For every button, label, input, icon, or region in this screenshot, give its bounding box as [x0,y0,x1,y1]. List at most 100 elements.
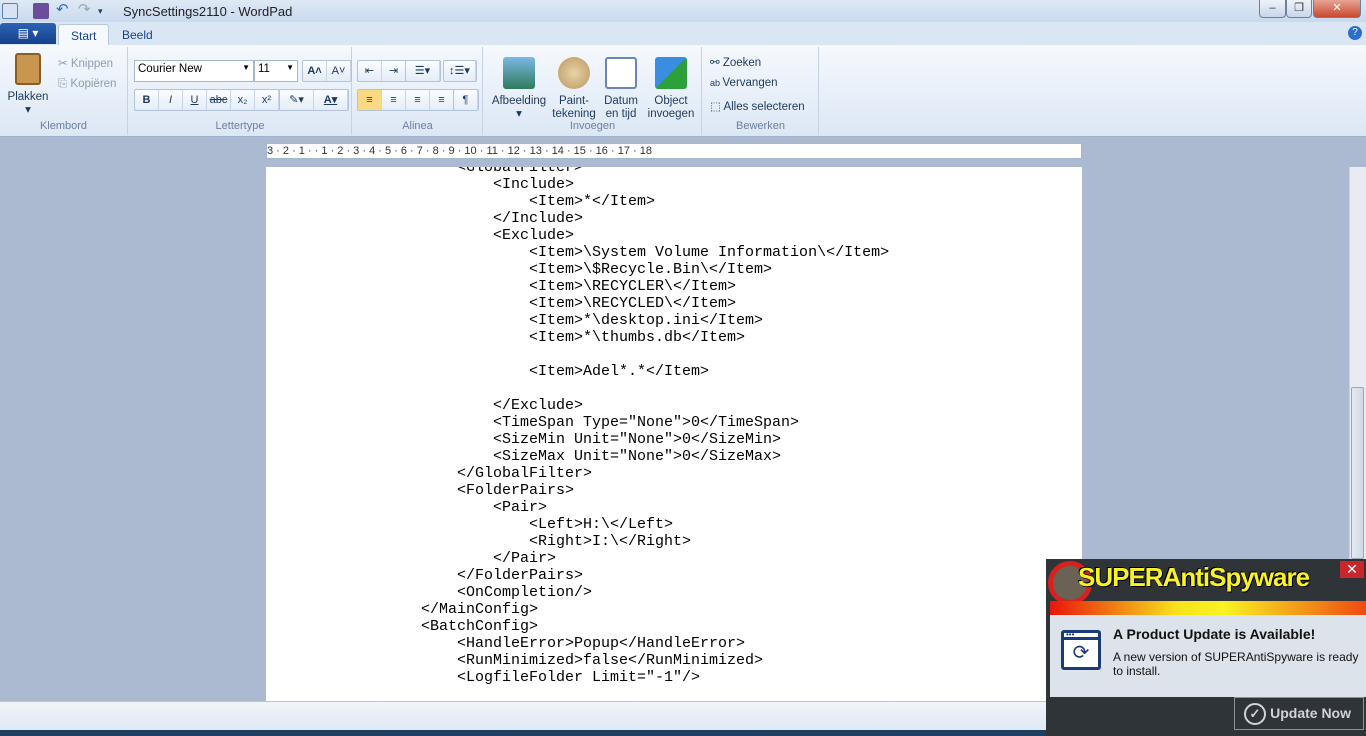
document-line: </MainConfig> [421,601,539,618]
bullet-list-icon[interactable]: ☰▾ [406,61,440,81]
undo-icon[interactable]: ↶ [56,2,72,19]
banner-gradient [1050,601,1366,615]
update-window-icon: ••• ⟳ [1061,630,1101,670]
paragraph-icon[interactable]: ¶ [454,90,478,110]
font-color-icon[interactable]: A▾ [314,90,348,110]
picture-icon [503,57,535,89]
document-line: <Item>*\thumbs.db</Item> [421,329,746,346]
paste-label: Plakken [7,91,49,103]
align-left-icon[interactable]: ≡ [358,90,382,110]
document-line: <HandleError>Popup</HandleError> [421,635,746,652]
font-size-buttons: A˄ A˅ [302,60,352,82]
document-line: <FolderPairs> [421,482,575,499]
superscript-button[interactable]: x² [255,90,279,110]
font-size-select[interactable]: 11 ▼ [254,60,298,82]
paint-palette-icon [558,57,590,89]
popup-body: ••• ⟳ A Product Update is Available! A ne… [1050,615,1366,697]
ribbon: Plakken ▾ ✂ Knippen ⎘ Kopiëren Klembord C… [0,45,1366,137]
highlight-color-icon[interactable]: ✎▾ [280,90,314,110]
save-icon[interactable] [33,3,49,19]
application-menu-button[interactable]: ▤ ▾ [0,23,56,44]
decrease-indent-icon[interactable]: ⇤ [358,61,382,81]
binoculars-icon: ⚯ [710,57,723,69]
popup-close-button[interactable]: ✕ [1340,561,1364,578]
select-all-label: Alles selecteren [723,101,805,113]
brand-logo: SUPERAntiSpyware [1078,562,1310,592]
find-button[interactable]: ⚯ Zoeken [710,55,761,69]
copy-label: Kopiëren [70,78,117,90]
select-all-icon: ⬚ [710,101,724,113]
shrink-font-icon[interactable]: A˅ [327,61,351,81]
date-time-button[interactable]: Datum en tijd [600,57,642,121]
document-line: <Pair> [421,499,548,516]
increase-indent-icon[interactable]: ⇥ [382,61,406,81]
copy-button[interactable]: ⎘ Kopiëren [58,78,116,91]
document-line: <Item>*</Item> [421,193,656,210]
checkmark-icon: ✓ [1244,703,1266,725]
document-line: <Item>\System Volume Information\</Item> [421,244,890,261]
update-now-button[interactable]: ✓ Update Now [1234,697,1364,730]
help-icon[interactable]: ? [1348,26,1362,40]
find-label: Zoeken [722,57,762,69]
replace-button[interactable]: ab Vervangen [710,77,778,89]
close-button[interactable]: ✕ [1313,0,1361,18]
line-spacing-button: ↕☰▾ [443,60,477,82]
scrollbar-thumb[interactable] [1351,387,1364,559]
datetime-label: Datum en tijd [604,95,638,120]
tab-start[interactable]: Start [58,24,110,46]
paint-drawing-button[interactable]: Paint- tekening [550,57,598,121]
maximize-button[interactable]: ❐ [1286,0,1312,18]
document-line: <Item>\$Recycle.Bin\</Item> [421,261,773,278]
font-style-buttons: B I U abc x₂ x² [134,89,280,111]
minimize-button[interactable]: – [1259,0,1286,18]
popup-message: A new version of SUPERAntiSpyware is rea… [1113,650,1359,678]
document-line: <LogfileFolder Limit="-1"/> [421,669,701,686]
group-clipboard: Plakken ▾ ✂ Knippen ⎘ Kopiëren Klembord [0,47,128,135]
picture-label: Afbeelding [491,95,547,107]
document-line: <BatchConfig> [421,618,539,635]
line-spacing-icon[interactable]: ↕☰▾ [444,61,476,81]
document-line: <Item>\RECYCLED\</Item> [421,295,737,312]
picture-button[interactable]: Afbeelding ▾ [488,57,550,121]
align-center-icon[interactable]: ≡ [382,90,406,110]
ruler[interactable]: 3 · 2 · 1 · · 1 · 2 · 3 · 4 · 5 · 6 · 7 … [266,143,1082,159]
underline-button[interactable]: U [183,90,207,110]
document-line: </Exclude> [421,397,584,414]
font-family-select[interactable]: Courier New ▼ [134,60,254,82]
paste-button[interactable]: Plakken ▾ [6,53,50,117]
insert-object-button[interactable]: Object invoegen [646,57,696,121]
document-line: <Right>I:\</Right> [421,533,692,550]
document-line: </Pair> [421,550,557,567]
align-right-icon[interactable]: ≡ [406,90,430,110]
object-label: Object invoegen [647,95,695,120]
scissors-icon: ✂ [58,58,71,70]
ribbon-tabs [0,22,1366,46]
alignment-buttons: ≡ ≡ ≡ ≡ [357,89,455,111]
customize-quick-access-icon[interactable]: ▾ [98,3,114,19]
window-title: SyncSettings2110 - WordPad [123,4,293,19]
bold-button[interactable]: B [135,90,159,110]
subscript-button[interactable]: x₂ [231,90,255,110]
group-label: Lettertype [215,120,265,132]
document-line: <Include> [421,176,575,193]
italic-button[interactable]: I [159,90,183,110]
ruler-scale: 3 · 2 · 1 · · 1 · 2 · 3 · 4 · 5 · 6 · 7 … [267,145,652,157]
select-all-button[interactable]: ⬚ Alles selecteren [710,99,805,113]
document-line: <Item>\RECYCLER\</Item> [421,278,737,295]
strikethrough-button[interactable]: abc [207,90,231,110]
group-label: Invoegen [569,120,616,132]
justify-icon[interactable]: ≡ [430,90,454,110]
cut-button[interactable]: ✂ Knippen [58,56,113,70]
tab-beeld[interactable]: Beeld [110,24,165,46]
document-page[interactable]: <GlobalFilter> <Include> <Item>*</Item> … [266,167,1082,701]
copy-icon: ⎘ [58,78,71,90]
document-text[interactable]: <GlobalFilter> <Include> <Item>*</Item> … [421,167,889,686]
document-line: <Item>Adel*.*</Item> [421,363,710,380]
popup-banner: SUPERAntiSpyware ✕ [1046,559,1366,605]
document-line: <RunMinimized>false</RunMinimized> [421,652,764,669]
grow-font-icon[interactable]: A˄ [303,61,327,81]
document-line: <TimeSpan Type="None">0</TimeSpan> [421,414,800,431]
redo-icon[interactable]: ↷ [78,2,94,19]
